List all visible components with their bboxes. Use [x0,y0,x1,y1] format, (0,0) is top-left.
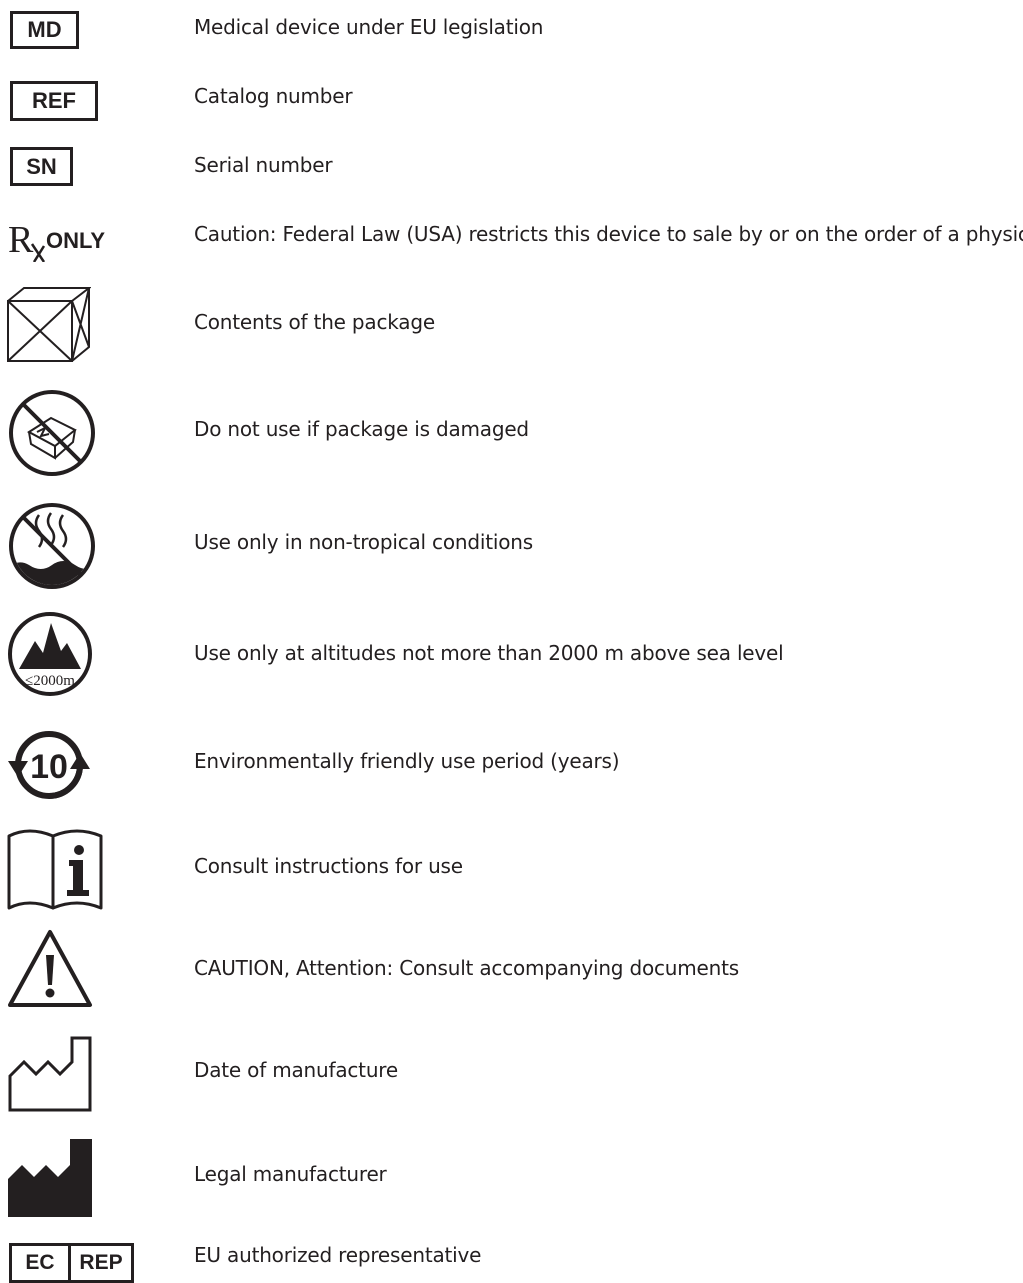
package-contents-icon [7,287,91,362]
ref-description: Catalog number [194,84,353,108]
efup-description: Environmentally friendly use period (yea… [194,749,620,773]
altitude-label: ≤2000m [25,673,75,689]
altitude-icon: ≤2000m [8,612,92,696]
symbol-row-ifu: Consult instructions for use [0,820,1023,915]
rx-only-label: ONLY [46,228,106,253]
caution-description: CAUTION, Attention: Consult accompanying… [194,956,739,980]
caution-icon [8,930,92,1007]
md-symbol: MD [10,11,79,49]
date-of-manufacture-icon [8,1036,92,1112]
non-tropical-description: Use only in non-tropical conditions [194,530,533,554]
md-description: Medical device under EU legislation [194,15,544,39]
sn-description: Serial number [194,153,333,177]
sn-symbol: SN [10,147,73,186]
consult-instructions-icon [7,829,103,910]
symbol-row-damaged-package: Do not use if package is damaged [0,385,1023,480]
date-of-manufacture-description: Date of manufacture [194,1058,398,1082]
rx-only-symbol: R ONLY [8,218,120,262]
symbol-row-sn: SN Serial number [0,130,1023,200]
package-contents-description: Contents of the package [194,310,435,334]
symbol-row-md: MD Medical device under EU legislation [0,0,1023,60]
symbol-row-efup: 10 Environmentally friendly use period (… [0,720,1023,810]
efup-icon: 10 [8,731,90,800]
altitude-description: Use only at altitudes not more than 2000… [194,641,784,665]
symbol-row-caution: CAUTION, Attention: Consult accompanying… [0,925,1023,1020]
symbol-row-altitude: ≤2000m Use only at altitudes not more th… [0,607,1023,702]
symbol-row-ec-rep: EC REP EU authorized representative [0,1236,1023,1283]
symbol-row-package-contents: Contents of the package [0,280,1023,370]
rx-only-description: Caution: Federal Law (USA) restricts thi… [194,222,1023,246]
symbol-row-date-manufacture: Date of manufacture [0,1030,1023,1120]
md-symbol-label: MD [27,17,62,42]
symbol-row-ref: REF Catalog number [0,60,1023,130]
sn-symbol-label: SN [26,153,57,179]
manufacturer-icon [8,1139,92,1217]
svg-text:R: R [8,219,34,261]
rep-label: REP [79,1251,123,1274]
ifu-description: Consult instructions for use [194,854,463,878]
damaged-package-icon [9,390,95,476]
ec-rep-description: EU authorized representative [194,1243,482,1267]
efup-label: 10 [30,748,68,786]
ec-label: EC [12,1246,71,1280]
manufacturer-description: Legal manufacturer [194,1162,387,1186]
non-tropical-icon [9,503,95,589]
ref-symbol: REF [10,81,98,121]
damaged-package-description: Do not use if package is damaged [194,417,529,441]
ref-symbol-label: REF [32,88,76,113]
symbol-row-manufacturer: Legal manufacturer [0,1133,1023,1223]
symbol-row-non-tropical: Use only in non-tropical conditions [0,497,1023,592]
ec-rep-symbol: EC REP [9,1243,134,1283]
symbol-row-rx-only: R ONLY Caution: Federal Law (USA) restri… [0,200,1023,270]
